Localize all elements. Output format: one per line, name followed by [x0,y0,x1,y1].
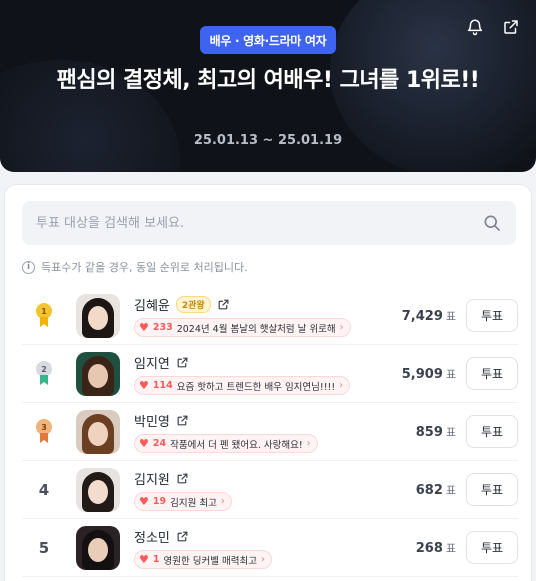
ranking-list: 1 김혜윤 2관왕 ♥ 233 2024년 4월 봄날의 햇살처럼 날 위로해 … [22,287,518,577]
vote-unit: 표 [445,542,456,555]
info-icon: i [22,260,35,274]
cheer-text: 김지원 최고 [170,497,217,509]
medal-icon: 3 [36,419,52,445]
vote-count: 268 표 [416,519,456,577]
external-link-icon[interactable] [176,414,189,427]
rank-number: 2 [36,361,52,377]
candidate-name-line: 박민영 [134,411,189,430]
search-icon[interactable] [482,213,502,233]
vote-number: 859 [415,424,443,440]
notice-text: 득표수가 같을 경우, 동일 순위로 처리됩니다. [41,261,248,274]
vote-number: 682 [415,482,443,498]
header-banner: 배우 · 영화·드라마 여자 팬심의 결정체, 최고의 여배우! 그녀를 1위로… [0,0,536,172]
cheer-count: 19 [152,496,167,507]
chevron-right-icon: › [339,322,344,333]
table-row: 4 김지원 ♥ 19 김지원 최고 › 682 표 투표 [22,461,518,519]
cheer-text: 작품에서 더 펜 됐어요. 사랑해요! [170,439,303,451]
cheer-text: 영원한 딩커벨 매력최고 [163,555,257,567]
vote-button[interactable]: 투표 [466,357,518,390]
rank-cell: 2 [22,345,66,403]
cheer-text: 2024년 4월 봄날의 햇살처럼 날 위로해 [176,323,336,335]
candidate-name-line: 임지연 [134,353,189,372]
chevron-right-icon: › [260,554,265,565]
category-badge: 배우 · 영화·드라마 여자 [200,26,336,54]
rank-cell: 1 [22,287,66,345]
table-row: 1 김혜윤 2관왕 ♥ 233 2024년 4월 봄날의 햇살처럼 날 위로해 … [22,287,518,345]
vote-number: 5,909 [401,366,443,382]
vote-button[interactable]: 투표 [466,415,518,448]
avatar[interactable] [76,468,120,512]
cheer-count: 114 [152,380,173,391]
cheer-message[interactable]: ♥ 19 김지원 최고 › [134,492,232,511]
rank-number: 5 [38,539,50,557]
avatar[interactable] [76,294,120,338]
rank-cell: 3 [22,403,66,461]
vote-unit: 표 [445,368,456,381]
candidate-name[interactable]: 박민영 [134,411,170,430]
vote-unit: 표 [445,426,456,439]
vote-button[interactable]: 투표 [466,473,518,506]
rank-number: 1 [36,303,52,319]
vote-unit: 표 [445,484,456,497]
candidate-name[interactable]: 김혜윤 [134,295,170,314]
medal-icon: 2 [36,361,52,387]
cheer-count: 24 [152,438,167,449]
candidate-name-line: 김지원 [134,469,189,488]
rank-cell: 5 [22,519,66,577]
chevron-right-icon: › [220,496,225,507]
vote-button[interactable]: 투표 [466,299,518,332]
search-input[interactable] [22,201,462,245]
rank-number: 4 [38,481,50,499]
heart-icon: ♥ [139,437,149,450]
cheer-message[interactable]: ♥ 24 작품에서 더 펜 됐어요. 사랑해요! › [134,434,318,453]
candidate-name-line: 김혜윤 2관왕 [134,295,230,314]
cheer-message[interactable]: ♥ 233 2024년 4월 봄날의 햇살처럼 날 위로해 › [134,318,351,337]
heart-icon: ♥ [139,495,149,508]
heart-icon: ♥ [139,553,149,566]
table-row: 5 정소민 ♥ 1 영원한 딩커벨 매력최고 › 268 표 투표 [22,519,518,577]
search-bar [22,201,516,245]
cheer-message[interactable]: ♥ 114 요즘 핫하고 트렌드한 배우 임지연님!!!! › [134,376,351,395]
avatar[interactable] [76,410,120,454]
share-icon[interactable] [500,16,522,38]
candidate-name-line: 정소민 [134,527,189,546]
heart-icon: ♥ [139,321,149,334]
bell-icon[interactable] [464,16,486,38]
cheer-text: 요즘 핫하고 트렌드한 배우 임지연님!!!! [176,381,336,393]
external-link-icon[interactable] [176,356,189,369]
vote-number: 7,429 [401,308,443,324]
candidate-name[interactable]: 임지연 [134,353,170,372]
cheer-count: 1 [152,554,160,565]
vote-unit: 표 [445,310,456,323]
ranking-card: i 득표수가 같을 경우, 동일 순위로 처리됩니다. 1 김혜윤 2관왕 ♥ … [4,184,532,581]
external-link-icon[interactable] [176,472,189,485]
tie-notice: i 득표수가 같을 경우, 동일 순위로 처리됩니다. [22,259,248,275]
external-link-icon[interactable] [176,530,189,543]
chevron-right-icon: › [339,380,344,391]
rank-cell: 4 [22,461,66,519]
medal-icon: 1 [36,303,52,329]
candidate-name[interactable]: 김지원 [134,469,170,488]
cheer-count: 233 [152,322,173,333]
vote-count: 859 표 [416,403,456,461]
header-actions [464,16,522,38]
heart-icon: ♥ [139,379,149,392]
title-badge: 2관왕 [175,296,211,313]
avatar[interactable] [76,352,120,396]
vote-count: 682 표 [416,461,456,519]
vote-number: 268 [415,540,443,556]
vote-button[interactable]: 투표 [466,531,518,564]
rank-number: 3 [36,419,52,435]
chevron-right-icon: › [306,438,311,449]
cheer-message[interactable]: ♥ 1 영원한 딩커벨 매력최고 › [134,550,272,569]
table-row: 3 박민영 ♥ 24 작품에서 더 펜 됐어요. 사랑해요! › 859 표 투… [22,403,518,461]
table-row: 2 임지연 ♥ 114 요즘 핫하고 트렌드한 배우 임지연님!!!! › 5,… [22,345,518,403]
external-link-icon[interactable] [217,298,230,311]
vote-count: 7,429 표 [402,287,456,345]
vote-period: 25.01.13 ~ 25.01.19 [193,133,343,148]
avatar[interactable] [76,526,120,570]
page-title: 팬심의 결정체, 최고의 여배우! 그녀를 1위로!! [56,68,480,93]
candidate-name[interactable]: 정소민 [134,527,170,546]
vote-count: 5,909 표 [402,345,456,403]
